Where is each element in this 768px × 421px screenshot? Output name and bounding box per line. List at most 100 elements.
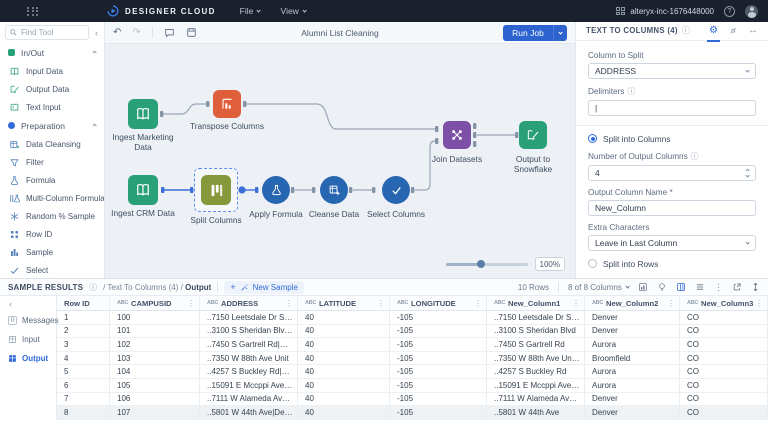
messages-tab[interactable]: 0 Messages <box>0 311 56 330</box>
table-cell[interactable]: 8 <box>57 406 110 419</box>
column-header-new-column2[interactable]: ABCNew_Column2⋮ <box>585 296 680 310</box>
sidebar-item-filter[interactable]: Filter <box>0 153 104 171</box>
table-cell[interactable]: -105 <box>390 406 487 419</box>
table-cell[interactable]: 104 <box>110 365 200 378</box>
table-cell[interactable]: Denver <box>585 406 680 419</box>
menu-file[interactable]: File <box>240 6 261 16</box>
split-into-rows-radio[interactable]: Split into Rows <box>588 259 756 269</box>
zoom-level[interactable]: 100% <box>535 257 565 271</box>
help-icon[interactable]: ? <box>724 6 735 17</box>
column-header-row-id[interactable]: Row ID <box>57 296 110 310</box>
node-transpose-columns[interactable] <box>213 90 241 118</box>
table-cell[interactable]: 103 <box>110 352 200 365</box>
table-cell[interactable]: -105 <box>390 338 487 351</box>
column-header-address[interactable]: ABCADDRESS⋮ <box>200 296 298 310</box>
table-cell[interactable]: 40 <box>298 325 390 338</box>
table-cell[interactable]: ..3100 S Sheridan Blvd|Denver| <box>200 325 298 338</box>
table-cell[interactable]: CO <box>680 379 768 392</box>
run-job-dropdown[interactable] <box>553 25 567 41</box>
table-cell[interactable]: 1 <box>57 311 110 324</box>
columns-count-dropdown[interactable]: 8 of 8 Columns <box>568 283 629 292</box>
sidebar-item-sample[interactable]: Sample <box>0 243 104 261</box>
kebab-menu-icon[interactable]: ⋮ <box>714 282 723 293</box>
table-cell[interactable]: CO <box>680 325 768 338</box>
column-menu-icon[interactable]: ⋮ <box>187 299 195 308</box>
table-cell[interactable]: 40 <box>298 365 390 378</box>
table-row[interactable]: 7106..7111 W Alameda Ave Unit40-105..711… <box>57 393 768 407</box>
user-avatar[interactable] <box>745 5 758 18</box>
gear-icon[interactable]: ⚙ <box>709 26 718 36</box>
node-cleanse-data[interactable] <box>320 176 348 204</box>
table-cell[interactable]: -105 <box>390 325 487 338</box>
column-header-new-column1[interactable]: ABCNew_Column1⋮ <box>487 296 585 310</box>
table-cell[interactable]: -105 <box>390 365 487 378</box>
table-cell[interactable]: ..7150 Leetsdale Dr Ste E <box>487 311 585 324</box>
sidebar-item-multi-column-formula[interactable]: Multi-Column Formula <box>0 189 104 207</box>
table-cell[interactable]: 40 <box>298 352 390 365</box>
table-cell[interactable]: -105 <box>390 311 487 324</box>
input-tab[interactable]: Input <box>0 330 56 349</box>
info-icon[interactable]: ⓘ <box>89 282 97 293</box>
table-cell[interactable]: 107 <box>110 406 200 419</box>
table-cell[interactable]: Broomfield <box>585 352 680 365</box>
column-header-new-column3[interactable]: ABCNew_Column3⋮ <box>680 296 768 310</box>
table-cell[interactable]: 40 <box>298 379 390 392</box>
split-into-columns-radio[interactable]: Split into Columns <box>588 134 756 144</box>
sidebar-item-row-id[interactable]: Row ID <box>0 225 104 243</box>
zoom-slider-handle[interactable] <box>477 260 485 268</box>
table-cell[interactable]: 3 <box>57 338 110 351</box>
table-cell[interactable]: Aurora <box>585 379 680 392</box>
table-cell[interactable]: ..5801 W 44th Ave|Denver| <box>200 406 298 419</box>
table-cell[interactable]: -105 <box>390 352 487 365</box>
search-input[interactable]: Find Tool <box>5 25 89 40</box>
zoom-slider[interactable] <box>446 263 528 266</box>
info-icon[interactable]: ⓘ <box>627 86 635 97</box>
table-row[interactable]: 2101..3100 S Sheridan Blvd|Denver|40-105… <box>57 325 768 339</box>
table-row[interactable]: 1100..7150 Leetsdale Dr Ste E|Denver|40-… <box>57 311 768 325</box>
section-in-out[interactable]: In/Out <box>0 43 104 62</box>
num-output-columns-input[interactable]: 4 <box>588 165 756 181</box>
column-header-campusid[interactable]: ABCCAMPUSID⋮ <box>110 296 200 310</box>
comment-icon[interactable] <box>164 27 175 38</box>
table-cell[interactable]: ..3100 S Sheridan Blvd <box>487 325 585 338</box>
save-icon[interactable] <box>186 27 197 38</box>
table-cell[interactable]: 100 <box>110 311 200 324</box>
table-cell[interactable]: 6 <box>57 379 110 392</box>
node-select-columns[interactable] <box>382 176 410 204</box>
node-join-datasets[interactable] <box>443 121 471 149</box>
output-tab[interactable]: Output <box>0 349 56 368</box>
sidebar-item-select[interactable]: Select <box>0 261 104 278</box>
table-cell[interactable]: 40 <box>298 338 390 351</box>
column-menu-icon[interactable]: ⋮ <box>755 299 763 308</box>
resize-panel-icon[interactable] <box>751 282 760 292</box>
table-cell[interactable]: CO <box>680 406 768 419</box>
table-cell[interactable]: 5 <box>57 365 110 378</box>
column-menu-icon[interactable]: ⋮ <box>572 299 580 308</box>
table-cell[interactable]: 105 <box>110 379 200 392</box>
table-row[interactable]: 6105..15091 E Mccppi Ave Unit40-105..150… <box>57 379 768 393</box>
node-apply-formula[interactable] <box>262 176 290 204</box>
undo-icon[interactable]: ↶ <box>113 28 121 38</box>
table-cell[interactable]: Denver <box>585 325 680 338</box>
table-cell[interactable]: ..4257 S Buckley Rd|Aurora| <box>200 365 298 378</box>
table-cell[interactable]: ..7111 W Alameda Ave Unit T <box>487 393 585 406</box>
node-split-columns[interactable] <box>201 175 231 205</box>
column-view-icon[interactable] <box>676 282 686 292</box>
table-cell[interactable]: ..7450 S Gartrell Rd|Aurora| <box>200 338 298 351</box>
table-cell[interactable]: Denver <box>585 393 680 406</box>
table-cell[interactable]: ..15091 E Mccppi Ave Unit A <box>487 379 585 392</box>
sidebar-item-data-cleansing[interactable]: Data Cleansing <box>0 135 104 153</box>
table-cell[interactable]: 40 <box>298 406 390 419</box>
column-header-latitude[interactable]: ABCLATITUDE⋮ <box>298 296 390 310</box>
results-sidebar-collapse[interactable]: ‹ <box>0 298 56 311</box>
table-cell[interactable]: 102 <box>110 338 200 351</box>
sidebar-item-output-data[interactable]: Output Data <box>0 80 104 98</box>
table-cell[interactable]: Aurora <box>585 365 680 378</box>
redo-icon[interactable]: ↷ <box>132 28 140 38</box>
table-cell[interactable]: ..15091 E Mccppi Ave Unit <box>200 379 298 392</box>
menu-view[interactable]: View <box>281 6 306 16</box>
sidebar-item-input-data[interactable]: Input Data <box>0 62 104 80</box>
column-menu-icon[interactable]: ⋮ <box>377 299 385 308</box>
node-output-to-snowflake[interactable] <box>519 121 547 149</box>
table-cell[interactable]: 40 <box>298 311 390 324</box>
